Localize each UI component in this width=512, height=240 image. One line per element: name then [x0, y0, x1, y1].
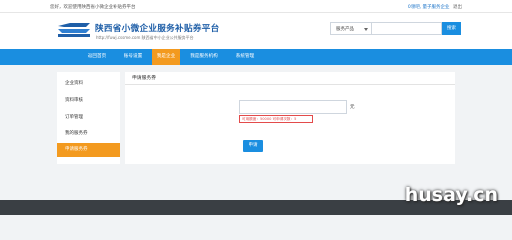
top-bar: 您好，欢迎使用陕西省小微企业补贴券平台 0领吧, 量子服务企业 退出: [0, 0, 512, 13]
search-category-select[interactable]: 服务产品: [330, 22, 372, 35]
apply-button[interactable]: 申请: [243, 140, 263, 152]
page-title: 申请服务券: [125, 72, 455, 85]
search-button[interactable]: 搜索: [442, 22, 461, 35]
search-input[interactable]: [372, 22, 442, 35]
top-user-links: 0领吧, 量子服务企业 退出: [408, 4, 462, 10]
main-panel: 申请服务券 元 可用额度：50000 可申请次数：5 申请: [125, 72, 455, 164]
shaanxi-sme-logo-icon[interactable]: [56, 21, 92, 39]
chevron-down-icon: [364, 28, 368, 31]
watermark: husay.cn: [404, 184, 498, 206]
sidebar-item-apply-voucher[interactable]: 申请服务券: [57, 143, 120, 157]
nav-item-service-org[interactable]: 我是服务机构: [182, 49, 226, 65]
logout-link[interactable]: 退出: [453, 5, 462, 10]
amount-input[interactable]: [239, 100, 347, 114]
main-nav: 返回首页 账号设置 我是企业 我是服务机构 系统管理: [0, 49, 512, 65]
site-title: 陕西省小微企业服务补贴券平台: [95, 24, 220, 34]
sidebar-item-my-vouchers[interactable]: 我的服务券: [57, 127, 120, 141]
nav-item-home[interactable]: 返回首页: [80, 49, 114, 65]
quota-hint: 可用额度：50000 可申请次数：5: [239, 115, 313, 123]
nav-item-enterprise[interactable]: 我是企业: [152, 49, 180, 65]
sidebar: 企业资料 资料审核 订单管理 我的服务券 申请服务券: [57, 72, 120, 164]
sidebar-item-review[interactable]: 资料审核: [57, 94, 120, 108]
amount-unit: 元: [350, 105, 355, 110]
site-subtitle: http://fuwj.cssme.com 陕西省中小企业公共服务平台: [96, 35, 194, 40]
nav-item-system[interactable]: 系统管理: [226, 49, 264, 65]
site-header: 陕西省小微企业服务补贴券平台 http://fuwj.cssme.com 陕西省…: [0, 13, 512, 49]
user-link[interactable]: 0领吧, 量子服务企业: [408, 5, 450, 10]
welcome-text: 您好，欢迎使用陕西省小微企业补贴券平台: [50, 5, 136, 10]
search-category-value: 服务产品: [336, 27, 354, 32]
sidebar-item-company-info[interactable]: 企业资料: [57, 77, 120, 91]
sidebar-item-orders[interactable]: 订单管理: [57, 111, 120, 125]
nav-item-account[interactable]: 账号设置: [114, 49, 152, 65]
